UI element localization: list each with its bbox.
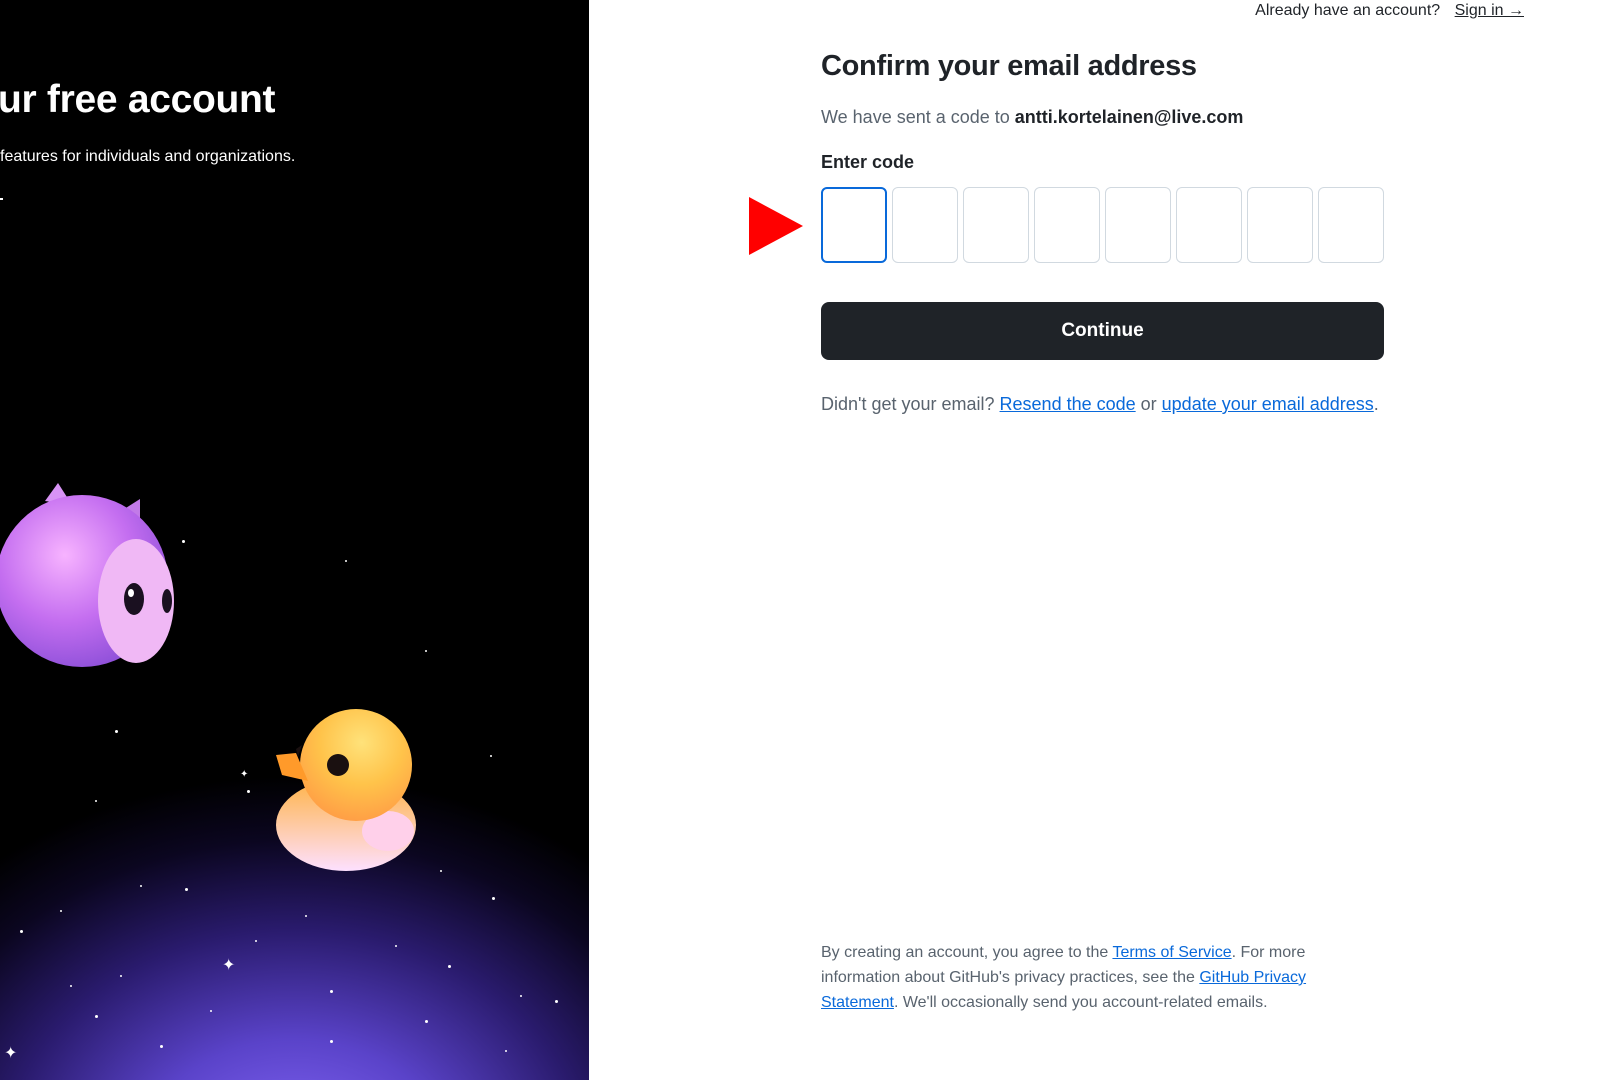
star	[255, 940, 257, 942]
star	[330, 1040, 333, 1043]
star	[490, 755, 492, 757]
star	[115, 730, 118, 733]
code-input-group	[749, 187, 1384, 263]
code-label: Enter code	[821, 152, 915, 172]
signup-panel: Already have an account? Sign in → Confi…	[589, 0, 1600, 1080]
code-digit-input[interactable]	[821, 187, 887, 263]
sparkle-icon: ✦	[222, 957, 236, 974]
star	[505, 1050, 507, 1052]
play-arrow-icon	[749, 197, 803, 255]
star	[492, 897, 495, 900]
star	[20, 930, 23, 933]
code-digit-input[interactable]	[1176, 187, 1242, 263]
star	[160, 1045, 163, 1048]
code-digit-input[interactable]	[892, 187, 958, 263]
page-title: Confirm your email address	[821, 50, 1197, 82]
continue-button[interactable]: Continue	[821, 302, 1384, 360]
confirm-email-form: Confirm your email address We have sent …	[749, 50, 1384, 419]
signin-prompt: Already have an account? Sign in →	[1255, 2, 1524, 20]
star	[95, 800, 97, 802]
star	[95, 1015, 98, 1018]
signin-prompt-text: Already have an account?	[1255, 2, 1441, 19]
promo-subtitle: features for individuals and organizatio…	[0, 148, 296, 165]
signin-link[interactable]: Sign in →	[1455, 2, 1524, 19]
star	[425, 1020, 428, 1023]
star	[60, 910, 62, 912]
star	[140, 885, 142, 887]
star	[440, 870, 442, 872]
star	[520, 995, 522, 997]
star	[425, 650, 427, 652]
star	[555, 1000, 558, 1003]
star	[330, 990, 333, 993]
octocat-mascot-illustration	[0, 483, 174, 667]
footer-text: By creating an account, you agree to the	[821, 944, 1113, 961]
update-email-link[interactable]: update your email address	[1162, 394, 1374, 414]
star	[395, 945, 397, 947]
star	[305, 915, 307, 917]
star	[185, 888, 188, 891]
star	[120, 975, 122, 977]
resend-code-link[interactable]: Resend the code	[1000, 394, 1136, 414]
code-sent-prefix: We have sent a code to	[821, 107, 1015, 127]
code-digit-input[interactable]	[1247, 187, 1313, 263]
sparkle-icon: ✦	[240, 769, 249, 780]
code-digit-input[interactable]	[963, 187, 1029, 263]
star	[210, 1010, 212, 1012]
sparkle-icon: ✦	[4, 1045, 18, 1062]
code-digit-input[interactable]	[1105, 187, 1171, 263]
code-sent-message: We have sent a code to antti.kortelainen…	[821, 107, 1384, 128]
rubber-duck-illustration	[276, 709, 416, 871]
star	[182, 540, 185, 543]
resend-message: Didn't get your email? Resend the code o…	[821, 390, 1384, 419]
recipient-email: antti.kortelainen@live.com	[1014, 107, 1244, 127]
or-text: or	[1135, 394, 1162, 414]
terms-of-service-link[interactable]: Terms of Service	[1112, 944, 1231, 961]
legal-footer: By creating an account, you agree to the…	[821, 940, 1384, 1015]
star	[247, 790, 250, 793]
resend-period: .	[1373, 394, 1379, 414]
star	[70, 985, 72, 987]
footer-text: . We'll occasionally send you account-re…	[893, 994, 1268, 1011]
resend-prefix: Didn't get your email?	[821, 394, 1000, 414]
star	[345, 560, 347, 562]
star	[448, 965, 451, 968]
left-promo-panel: ur free account features for individuals…	[0, 0, 589, 1080]
code-digit-input[interactable]	[1318, 187, 1384, 263]
code-digit-input[interactable]	[1034, 187, 1100, 263]
promo-title: ur free account	[0, 78, 276, 121]
promo-list-marker	[0, 198, 3, 200]
